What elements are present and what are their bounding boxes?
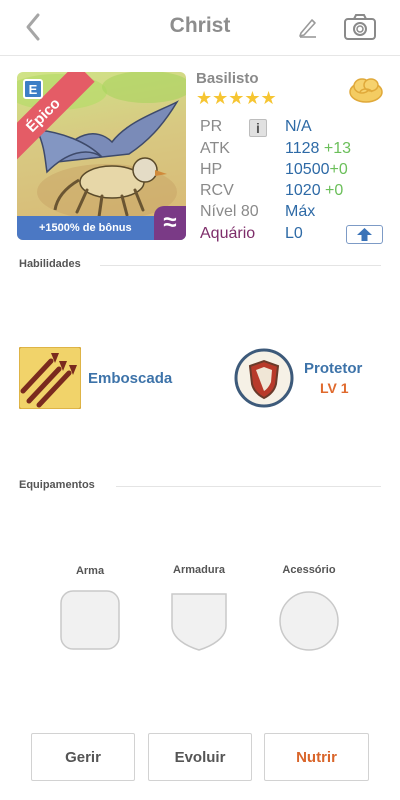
- stat-hp-label: HP: [200, 161, 223, 178]
- stat-level-label: Nível 80: [200, 203, 259, 220]
- equip-armadura-label: Armadura: [173, 564, 225, 576]
- stat-aquario-label: Aquário: [200, 225, 256, 242]
- skills-section-title: Habilidades: [19, 258, 81, 270]
- stat-hp-bonus: +0: [329, 161, 348, 178]
- equip-arma-label: Arma: [75, 565, 105, 577]
- skill-emboscada-icon[interactable]: [18, 346, 82, 410]
- evolve-button[interactable]: Evoluir: [148, 733, 252, 781]
- top-bar: Christ: [0, 0, 400, 56]
- page-title: Christ: [169, 14, 231, 37]
- pencil-icon: [299, 19, 316, 38]
- stat-rcv-value-group: 1020 +0: [285, 182, 343, 200]
- arrows-icon: [18, 346, 82, 410]
- skill-protetor-name[interactable]: Protetor: [304, 360, 362, 377]
- unit-name: Basilisto: [196, 70, 259, 87]
- stat-atk-value: 1128: [285, 140, 320, 157]
- stat-rcv-row: RCV 1020 +0: [200, 182, 390, 204]
- skill-protetor-level: LV 1: [320, 380, 349, 396]
- stat-atk-row: ATK 1128 +13: [200, 140, 390, 162]
- unit-card[interactable]: Épico E +1500% de bônus ≈: [17, 72, 186, 240]
- stat-aquario-value: L0: [285, 225, 303, 242]
- manage-button[interactable]: Gerir: [31, 733, 135, 781]
- card-type-icon: E: [23, 79, 43, 99]
- equip-acessorio-label: Acessório: [282, 564, 336, 576]
- skill-emboscada-name[interactable]: Emboscada: [88, 370, 172, 387]
- stat-pr-value: N/A: [285, 118, 312, 135]
- equipment-section-title: Equipamentos: [19, 479, 95, 491]
- star-rating: ★★★★★: [196, 88, 277, 108]
- section-divider: [116, 486, 381, 487]
- armor-slot-icon: [171, 593, 227, 651]
- stat-rcv-bonus: +0: [320, 182, 344, 199]
- stat-rcv-label: RCV: [200, 182, 234, 199]
- stat-atk-value-group: 1128 +13: [285, 140, 351, 158]
- info-icon[interactable]: i: [249, 119, 267, 137]
- stat-level-value: Máx: [285, 203, 316, 220]
- armor-slot[interactable]: [170, 590, 228, 652]
- accessory-slot[interactable]: [278, 590, 340, 652]
- stat-hp-value-group: 10500+0: [285, 161, 348, 179]
- stat-pr-label: PR: [200, 118, 223, 135]
- section-divider: [100, 265, 381, 266]
- weapon-slot[interactable]: [60, 590, 120, 650]
- edit-button[interactable]: [295, 14, 321, 40]
- stat-atk-label: ATK: [200, 140, 230, 157]
- stat-hp-row: HP 10500+0: [200, 161, 390, 183]
- feed-button[interactable]: Nutrir: [264, 733, 369, 781]
- stat-rcv-value: 1020: [285, 182, 321, 199]
- cloud-icon-graphic: [349, 78, 383, 103]
- stat-hp-value: 10500: [285, 161, 330, 178]
- skill-protetor-icon[interactable]: [234, 348, 294, 408]
- arrow-up-icon: [357, 228, 372, 241]
- stat-atk-bonus: +13: [319, 140, 351, 157]
- upgrade-button[interactable]: [346, 225, 383, 244]
- stat-level-row: Nível 80 Máx: [200, 203, 390, 225]
- chevron-left-icon: [26, 13, 40, 41]
- camera-button[interactable]: [343, 13, 377, 41]
- stat-pr-row: PR i N/A: [200, 118, 390, 140]
- accessory-slot-icon: [279, 591, 339, 651]
- stat-aquario-row: Aquário L0: [200, 225, 340, 247]
- shield-icon: [234, 348, 294, 408]
- water-element-icon: ≈: [154, 206, 186, 240]
- cloud-icon[interactable]: [348, 74, 384, 104]
- camera-icon: [344, 14, 376, 40]
- weapon-slot-icon: [60, 590, 120, 650]
- back-button[interactable]: [20, 12, 48, 42]
